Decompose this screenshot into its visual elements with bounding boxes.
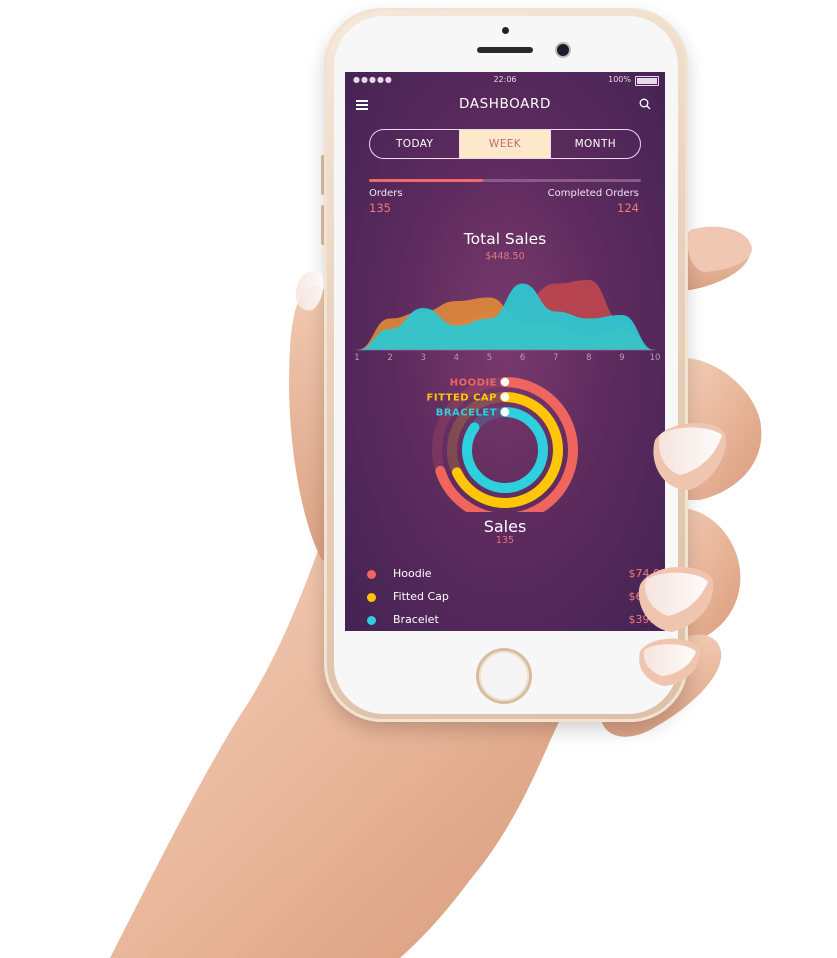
orders-value: 135	[369, 201, 391, 215]
total-sales-title: Total Sales	[463, 230, 547, 248]
orders-label: Orders	[369, 188, 403, 199]
completed-orders-label: Completed Orders	[547, 188, 639, 199]
fitted-cap-color-dot	[367, 593, 376, 602]
x-tick-label: 8	[586, 353, 591, 363]
sales-count: 135	[495, 535, 515, 546]
area-series-3	[357, 283, 655, 350]
proximity-sensor	[502, 27, 509, 34]
product-price: $74.00	[628, 567, 666, 580]
product-row-bracelet[interactable]: Bracelet $39.05	[365, 612, 665, 631]
ring-start-dot	[500, 407, 510, 417]
x-tick-label: 10	[650, 353, 661, 363]
x-tick-label: 2	[387, 353, 392, 363]
product-row-fitted-cap[interactable]: Fitted Cap $69.50	[365, 589, 665, 609]
x-tick-label: 4	[454, 353, 459, 363]
bracelet-color-dot	[367, 616, 376, 625]
page-title: DASHBOARD	[459, 96, 551, 112]
sales-area-chart: 1 2 3 4 5 6 7 8 9 10	[354, 280, 661, 363]
app-header: DASHBOARD	[345, 92, 665, 118]
tab-today[interactable]: TODAY	[370, 130, 459, 158]
search-icon[interactable]	[639, 98, 651, 110]
completed-orders-value: 124	[617, 201, 639, 215]
battery-percent: 100%	[608, 75, 631, 84]
app-screen: ●●●●● 22:06 100% DASHBOARD TODAY WEEK MO…	[345, 72, 665, 631]
front-camera	[557, 44, 569, 56]
ring-label: FITTED CAP	[427, 393, 497, 404]
x-tick-label: 5	[487, 353, 492, 363]
x-tick-label: 9	[619, 353, 624, 363]
tab-week[interactable]: WEEK	[459, 130, 550, 158]
product-name: Fitted Cap	[393, 590, 449, 603]
orders-progress-fill	[369, 179, 484, 182]
tab-month[interactable]: MONTH	[549, 130, 640, 158]
x-tick-label: 3	[421, 353, 426, 363]
x-tick-label: 1	[354, 353, 359, 363]
sales-rings-chart: HOODIE FITTED CAP BRACELET	[427, 377, 578, 512]
x-tick-label: 7	[553, 353, 558, 363]
product-name: Bracelet	[393, 613, 439, 626]
home-button[interactable]	[476, 648, 532, 704]
ring-start-dot	[500, 392, 510, 402]
status-bar: ●●●●● 22:06 100%	[345, 72, 665, 88]
period-tabs: TODAY WEEK MONTH	[369, 129, 641, 159]
total-sales-value: $448.50	[485, 251, 525, 262]
orders-progress-bar	[369, 179, 641, 182]
ring-label: BRACELET	[436, 408, 497, 419]
ring-start-dot	[500, 377, 510, 387]
battery-icon	[635, 76, 659, 86]
x-tick-label: 6	[520, 353, 525, 363]
product-row-hoodie[interactable]: Hoodie $74.00	[365, 566, 665, 586]
product-price: $39.05	[628, 613, 666, 626]
product-price: $69.50	[628, 590, 666, 603]
hoodie-color-dot	[367, 570, 376, 579]
sales-title: Sales	[483, 517, 527, 536]
product-name: Hoodie	[393, 567, 432, 580]
earpiece-speaker	[477, 47, 533, 53]
ring-label: HOODIE	[450, 378, 497, 389]
